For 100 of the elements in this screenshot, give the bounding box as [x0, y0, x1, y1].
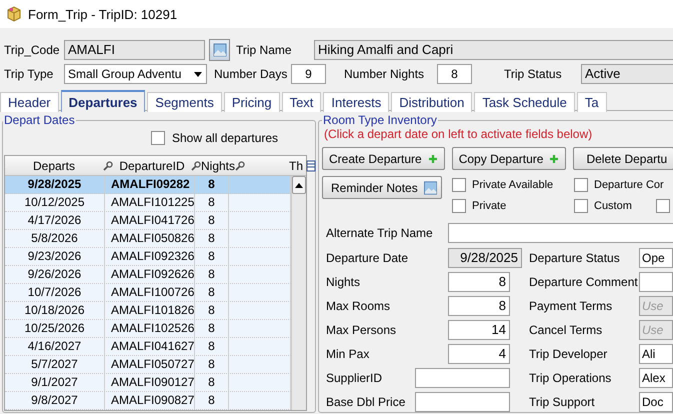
table-cell: 8 — [195, 194, 229, 211]
field-label: Cancel Terms — [529, 322, 604, 336]
tab[interactable]: Task Schedule — [474, 92, 575, 112]
field-label: Min Pax — [326, 346, 370, 360]
checkbox[interactable] — [452, 199, 466, 213]
table-row[interactable]: 10/25/2026 AMALFI102526 8 — [5, 320, 291, 338]
tab[interactable]: Pricing — [224, 92, 280, 112]
trip-code-field[interactable]: AMALFI — [64, 40, 205, 60]
column-header[interactable]: Th — [283, 158, 303, 172]
table-row[interactable]: 10/12/2025 AMALFI101225 8 — [5, 194, 291, 212]
table-cell: 9/1/2027 — [5, 374, 105, 391]
image-button[interactable] — [209, 39, 230, 61]
field-label: Number Nights — [344, 67, 426, 81]
table-cell: 4/16/2027 — [5, 338, 105, 355]
number-days-field[interactable]: 9 — [291, 64, 326, 84]
scrollbar[interactable] — [291, 176, 306, 410]
tab[interactable]: Distribution — [391, 92, 472, 112]
table-cell: 5/8/2026 — [5, 230, 105, 247]
field-label: Trip Status — [504, 67, 563, 81]
table-row[interactable]: 10/7/2026 AMALFI100726 8 — [5, 284, 291, 302]
table-cell: 8 — [195, 374, 229, 391]
number-nights-field[interactable]: 8 — [437, 64, 472, 84]
alternate-trip-name-field[interactable] — [448, 223, 673, 243]
checkbox[interactable] — [574, 199, 588, 213]
table-cell: 9/8/2027 — [5, 392, 105, 409]
field-label: Departure Date — [326, 250, 410, 264]
action-button[interactable]: Copy Departure — [452, 147, 566, 170]
table-cell: AMALFI100726 — [105, 284, 195, 301]
search-icon[interactable] — [191, 160, 201, 170]
checkbox[interactable] — [151, 131, 165, 145]
app-icon — [6, 6, 22, 22]
tab[interactable]: Interests — [323, 92, 390, 112]
up-arrow-icon — [295, 182, 303, 188]
input-field[interactable]: Doc — [639, 392, 673, 412]
table-cell: 9/23/2026 — [5, 248, 105, 265]
table-row[interactable]: 9/28/2025 AMALFI09282 8 — [5, 176, 291, 194]
action-button[interactable]: Delete Departu — [573, 147, 673, 170]
table-cell: 10/18/2026 — [5, 302, 105, 319]
table-cell: 9/26/2026 — [5, 266, 105, 283]
table-cell: AMALFI050727 — [105, 356, 195, 373]
tab[interactable]: Text — [282, 92, 322, 112]
tab[interactable]: Segments — [147, 92, 222, 112]
trip-name-field[interactable]: Hiking Amalfi and Capri — [314, 40, 673, 60]
table-cell: AMALFI092326 — [105, 248, 195, 265]
trip-status-field[interactable]: Active — [581, 64, 673, 84]
column-header[interactable]: Nights — [201, 158, 235, 172]
field-label: Number Days — [214, 67, 288, 81]
search-icon[interactable] — [103, 160, 113, 170]
reminder-notes-button[interactable]: Reminder Notes — [322, 176, 442, 199]
field-label: Alternate Trip Name — [326, 226, 434, 240]
checkbox[interactable] — [574, 178, 588, 192]
table-cell: 10/25/2026 — [5, 320, 105, 337]
field-label: Max Persons — [326, 322, 398, 336]
checkbox-label: Private — [472, 200, 506, 212]
table-cell: 4/17/2026 — [5, 212, 105, 229]
table-cell: AMALFI090827 — [105, 392, 195, 409]
table-cell: AMALFI041627 — [105, 338, 195, 355]
scroll-up-button[interactable] — [292, 176, 306, 194]
tab[interactable]: Departures — [60, 90, 146, 112]
field-label: Max Rooms — [326, 298, 392, 312]
input-field[interactable]: 8 — [448, 296, 510, 316]
table-row[interactable]: 5/7/2027 AMALFI050727 8 — [5, 356, 291, 374]
action-button[interactable]: Create Departure — [322, 147, 445, 170]
input-field[interactable] — [639, 272, 673, 292]
table-row[interactable]: 9/1/2027 AMALFI090127 8 — [5, 374, 291, 392]
table-row[interactable]: 9/26/2026 AMALFI092626 8 — [5, 266, 291, 284]
input-field[interactable]: 14 — [448, 320, 510, 340]
field-label: Trip_Code — [4, 43, 61, 57]
table-cell: 8 — [195, 284, 229, 301]
search-icon[interactable] — [235, 160, 245, 170]
checkbox[interactable] — [656, 199, 670, 213]
column-header[interactable]: Departs — [5, 158, 103, 172]
input-field[interactable]: 8 — [448, 272, 510, 292]
table-row[interactable]: 9/23/2026 AMALFI092326 8 — [5, 248, 291, 266]
tab[interactable]: Header — [0, 92, 59, 112]
table-row[interactable]: 4/17/2026 AMALFI041726 8 — [5, 212, 291, 230]
instruction-text: (Click a depart date on left to activate fields below) — [323, 127, 594, 143]
input-field[interactable]: Ope — [639, 248, 673, 268]
input-field[interactable]: 4 — [448, 344, 510, 364]
field-label: Nights — [326, 274, 362, 288]
image-icon — [424, 180, 437, 194]
column-chooser-icon[interactable] — [306, 160, 316, 172]
table-row[interactable]: 5/8/2026 AMALFI050826 8 — [5, 230, 291, 248]
table-cell: 8 — [195, 320, 229, 337]
table-row[interactable]: 4/16/2027 AMALFI041627 8 — [5, 338, 291, 356]
input-field[interactable]: Ali — [639, 344, 673, 364]
table-cell: 8 — [195, 392, 229, 409]
input-field[interactable] — [415, 368, 510, 388]
table-row[interactable]: 10/18/2026 AMALFI101826 8 — [5, 302, 291, 320]
table-cell: AMALFI101826 — [105, 302, 195, 319]
table-cell: 8 — [195, 266, 229, 283]
checkbox[interactable] — [452, 178, 466, 192]
tab[interactable]: Ta — [576, 92, 607, 112]
trip-type-dropdown[interactable]: Small Group Adventu — [64, 64, 207, 84]
window-title: Form_Trip - TripID: 10291 — [28, 6, 178, 22]
table-cell: 8 — [195, 176, 229, 193]
column-header[interactable]: DepartureID — [113, 158, 191, 172]
table-row[interactable]: 9/8/2027 AMALFI090827 8 — [5, 392, 291, 410]
input-field[interactable]: Alex — [639, 368, 673, 388]
input-field[interactable] — [415, 392, 510, 412]
